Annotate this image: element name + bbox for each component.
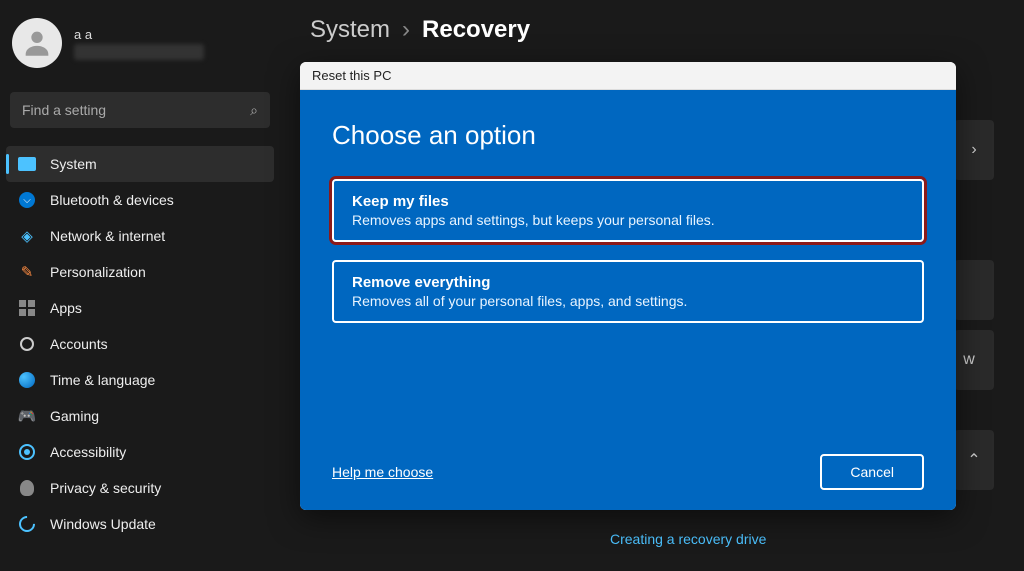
option-desc: Removes all of your personal files, apps…: [352, 293, 687, 309]
sidebar-item-time[interactable]: Time & language: [0, 362, 280, 398]
chevron-up-icon: ⌃: [967, 450, 980, 470]
sidebar-item-accounts[interactable]: Accounts: [0, 326, 280, 362]
sidebar-item-label: Accessibility: [50, 444, 126, 460]
dialog-footer: Help me choose Cancel: [332, 454, 924, 490]
sidebar-item-system[interactable]: System: [6, 146, 274, 182]
dialog-body: Choose an option Keep my files Removes a…: [300, 90, 956, 510]
search-input[interactable]: [22, 102, 250, 118]
sidebar-item-gaming[interactable]: 🎮 Gaming: [0, 398, 280, 434]
reset-pc-dialog: Reset this PC Choose an option Keep my f…: [300, 62, 956, 510]
option-desc: Removes apps and settings, but keeps you…: [352, 212, 715, 228]
apps-icon: [18, 299, 36, 317]
shield-icon: [18, 479, 36, 497]
sidebar-item-label: Apps: [50, 300, 82, 316]
breadcrumb-parent[interactable]: System: [310, 16, 390, 44]
person-icon: [20, 26, 54, 60]
sidebar-item-label: System: [50, 156, 97, 172]
sidebar-item-privacy[interactable]: Privacy & security: [0, 470, 280, 506]
sidebar-item-personalization[interactable]: ✎ Personalization: [0, 254, 280, 290]
option-title: Remove everything: [352, 274, 904, 291]
display-icon: [18, 155, 36, 173]
sidebar-item-label: Personalization: [50, 264, 146, 280]
cancel-button[interactable]: Cancel: [820, 454, 924, 490]
dialog-heading: Choose an option: [332, 120, 924, 151]
sidebar-item-bluetooth[interactable]: ⌵ Bluetooth & devices: [0, 182, 280, 218]
sidebar-item-label: Windows Update: [50, 516, 156, 532]
help-me-choose-link[interactable]: Help me choose: [332, 464, 433, 480]
search-box[interactable]: ⌕: [10, 92, 270, 128]
nav-list: System ⌵ Bluetooth & devices ◈ Network &…: [0, 146, 280, 561]
search-icon: ⌕: [250, 102, 258, 119]
card-chevron[interactable]: ›: [954, 120, 994, 180]
bluetooth-icon: ⌵: [18, 191, 36, 209]
sidebar-item-windows-update[interactable]: Windows Update: [0, 506, 280, 542]
option-title: Keep my files: [352, 193, 904, 210]
user-section[interactable]: a a: [0, 10, 280, 76]
user-email-blurred: [74, 44, 204, 60]
gaming-icon: 🎮: [18, 407, 36, 425]
brush-icon: ✎: [18, 263, 36, 281]
sidebar-item-label: Privacy & security: [50, 480, 161, 496]
card-partial[interactable]: [954, 260, 994, 320]
globe-icon: [18, 371, 36, 389]
keep-my-files-option[interactable]: Keep my files Removes apps and settings,…: [332, 179, 924, 242]
card-expand[interactable]: ⌃: [954, 430, 994, 490]
sidebar-item-accessibility[interactable]: Accessibility: [0, 434, 280, 470]
sidebar-item-label: Network & internet: [50, 228, 165, 244]
card-text: w: [963, 351, 975, 369]
user-info: a a: [74, 27, 204, 60]
sidebar-item-label: Time & language: [50, 372, 155, 388]
wifi-icon: ◈: [18, 227, 36, 245]
recovery-drive-link[interactable]: Creating a recovery drive: [610, 531, 766, 547]
sidebar-item-label: Gaming: [50, 408, 99, 424]
chevron-right-icon: ›: [971, 141, 976, 159]
page-title: Recovery: [422, 16, 530, 44]
sidebar-item-apps[interactable]: Apps: [0, 290, 280, 326]
sidebar: a a ⌕ System ⌵ Bluetooth & devices ◈ Net…: [0, 0, 280, 571]
breadcrumb-separator: ›: [402, 16, 410, 44]
accessibility-icon: [18, 443, 36, 461]
sidebar-item-label: Bluetooth & devices: [50, 192, 174, 208]
remove-everything-option[interactable]: Remove everything Removes all of your pe…: [332, 260, 924, 323]
sidebar-item-label: Accounts: [50, 336, 108, 352]
update-icon: [18, 515, 36, 533]
dialog-title-bar: Reset this PC: [300, 62, 956, 90]
user-name: a a: [74, 27, 204, 42]
sidebar-item-network[interactable]: ◈ Network & internet: [0, 218, 280, 254]
card-partial-2[interactable]: w: [954, 330, 994, 390]
avatar: [12, 18, 62, 68]
account-icon: [18, 335, 36, 353]
breadcrumb: System › Recovery: [310, 16, 994, 44]
